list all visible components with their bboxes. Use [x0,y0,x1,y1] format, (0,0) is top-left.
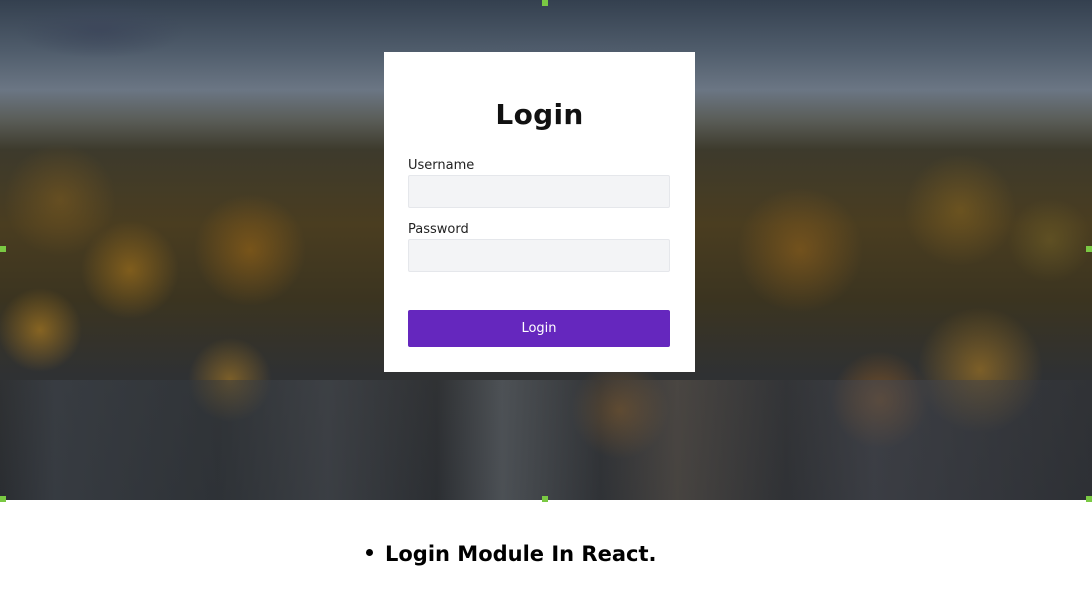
resize-handle-bottom[interactable] [542,496,548,502]
resize-handle-bottom-left[interactable] [0,496,6,502]
username-input[interactable] [408,175,670,208]
caption-text: Login Module In React. [385,542,657,566]
username-label: Username [408,158,475,173]
login-card: Login Username Password Login [384,52,695,372]
password-label: Password [408,222,469,237]
password-input[interactable] [408,239,670,272]
resize-handle-top[interactable] [542,0,548,6]
login-title: Login [495,98,584,131]
resize-handle-left[interactable] [0,246,6,252]
resize-handle-bottom-right[interactable] [1086,496,1092,502]
login-button[interactable]: Login [408,310,670,347]
resize-handle-right[interactable] [1086,246,1092,252]
bullet-dot-icon [366,548,373,556]
caption: Login Module In React. [366,542,656,566]
slide: Login Username Password Login Login Modu… [0,0,1092,615]
